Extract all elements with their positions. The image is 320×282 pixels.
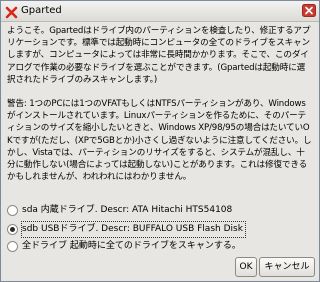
- warning-message: 警告: 1つのPCには1つのVFATもしくはNTFSパーティションがあり、Win…: [7, 99, 312, 183]
- drive-option-label: sdb USBドライブ. Descr: BUFFALO USB Flash Di…: [21, 221, 246, 238]
- gparted-dialog: Gparted ようこそ。Gpartedはドライブ内のパーティションを検査したり…: [0, 0, 320, 282]
- ok-button[interactable]: OK: [235, 257, 257, 277]
- drive-option-label: 全ドライブ 起動時に全てのドライブをスキャンする。: [22, 241, 241, 251]
- intro-message: ようこそ。Gpartedはドライブ内のパーティションを検査したり、修正するアプリ…: [7, 26, 311, 85]
- close-icon: [302, 4, 316, 17]
- cancel-button[interactable]: キャンセル: [259, 257, 315, 277]
- gparted-x-icon: [5, 4, 18, 19]
- close-button[interactable]: [302, 4, 316, 17]
- radio-button[interactable]: [7, 241, 18, 252]
- radio-button[interactable]: [7, 205, 18, 216]
- drive-option-label: sda 内蔵ドライブ. Descr: ATA Hitachi HTS54108: [22, 205, 233, 215]
- title-bar[interactable]: Gparted: [1, 1, 319, 22]
- window-title: Gparted: [21, 5, 62, 16]
- radio-button-selected[interactable]: [7, 224, 18, 235]
